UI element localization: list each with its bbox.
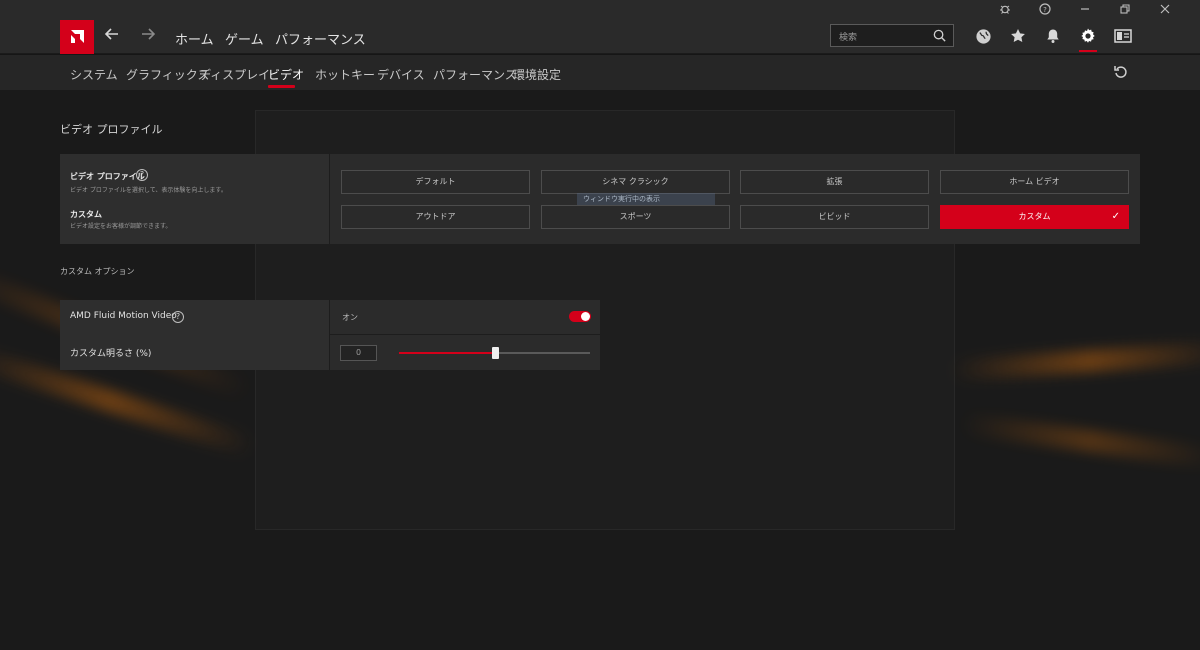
custom-profile-desc: ビデオ設定をお客様が調節できます。 [70, 223, 172, 230]
search-placeholder: 検索 [839, 33, 858, 43]
custom-profile-label: カスタム [70, 210, 102, 219]
forward-arrow-icon[interactable] [138, 26, 158, 46]
top-navigation: ホーム ゲーム パフォーマンス 検索 [0, 18, 1200, 54]
custom-options-panel: AMD Fluid Motion Video ? オン カスタム明るさ (%) [60, 300, 600, 370]
close-icon[interactable] [1158, 2, 1172, 16]
tab-hotkeys[interactable]: ホットキー [315, 66, 375, 83]
nav-performance-link[interactable]: パフォーマンス [275, 29, 366, 48]
svg-text:?: ? [1043, 6, 1047, 14]
tab-devices[interactable]: デバイス [377, 66, 425, 83]
fluid-motion-label: AMD Fluid Motion Video [70, 311, 177, 321]
custom-options-section-title: カスタム オプション [60, 267, 135, 276]
background-light-streak [949, 340, 1200, 382]
brightness-label: カスタム明るさ (%) [70, 349, 152, 359]
search-input[interactable]: 検索 [830, 24, 954, 47]
profile-custom-button[interactable]: カスタム ✓ [940, 205, 1129, 229]
fluid-motion-label-cell: AMD Fluid Motion Video ? [60, 300, 330, 335]
profile-vivid-button[interactable]: ビビッド [740, 205, 929, 229]
brightness-slider-thumb[interactable] [492, 347, 499, 359]
video-profile-description: ビデオ プロファイル ? ビデオ プロファイルを選択して、表示体験を向上します。… [60, 154, 330, 244]
restore-icon[interactable] [1118, 2, 1132, 16]
favorites-star-icon[interactable] [1008, 26, 1028, 46]
profile-cinema-classic-button[interactable]: シネマ クラシック [541, 170, 730, 194]
tab-performance[interactable]: パフォーマンス [433, 66, 517, 83]
brightness-label-cell: カスタム明るさ (%) [60, 335, 330, 370]
amd-logo[interactable] [60, 20, 94, 54]
help-icon[interactable]: ? [172, 311, 184, 323]
profile-sports-button[interactable]: スポーツ [541, 205, 730, 229]
profile-enhanced-button[interactable]: 拡張 [740, 170, 929, 194]
side-panel-icon[interactable] [1113, 26, 1133, 46]
settings-active-indicator [1079, 50, 1097, 52]
nav-home-link[interactable]: ホーム [175, 29, 214, 48]
window-titlebar: ? [0, 0, 1200, 18]
video-profile-section-title: ビデオ プロファイル [60, 123, 163, 136]
toggle-knob [581, 312, 590, 321]
help-icon[interactable]: ? [136, 169, 148, 181]
active-tab-indicator [268, 85, 295, 88]
fluid-motion-state: オン [342, 313, 358, 322]
notifications-bell-icon[interactable] [1043, 26, 1063, 46]
tab-system[interactable]: システム [70, 66, 118, 83]
back-arrow-icon[interactable] [102, 26, 122, 46]
background-light-streak [959, 412, 1200, 470]
minimize-icon[interactable] [1078, 2, 1092, 16]
globe-icon[interactable] [973, 26, 993, 46]
background-tooltip: ウィンドウ実行中の表示 [577, 193, 715, 205]
checkmark-icon: ✓ [1111, 211, 1120, 222]
tab-preferences[interactable]: 環境設定 [513, 66, 561, 83]
help-icon[interactable]: ? [1038, 2, 1052, 16]
settings-gear-icon[interactable] [1078, 26, 1098, 46]
fluid-motion-toggle[interactable] [569, 311, 591, 322]
tab-graphics[interactable]: グラフィックス [126, 66, 209, 83]
video-profile-desc: ビデオ プロファイルを選択して、表示体験を向上します。 [70, 187, 227, 194]
nav-game-link[interactable]: ゲーム [225, 29, 264, 48]
profile-default-button[interactable]: デフォルト [341, 170, 530, 194]
reset-icon[interactable] [1113, 64, 1131, 82]
fluid-motion-row: AMD Fluid Motion Video ? オン [60, 300, 600, 335]
profile-outdoor-button[interactable]: アウトドア [341, 205, 530, 229]
brightness-value-input[interactable]: 0 [340, 345, 377, 361]
profile-custom-label: カスタム [1018, 212, 1051, 221]
tab-video[interactable]: ビデオ [268, 66, 304, 83]
brightness-slider-fill [399, 352, 495, 354]
search-icon [933, 29, 946, 42]
profile-home-video-button[interactable]: ホーム ビデオ [940, 170, 1129, 194]
bug-report-icon[interactable] [998, 2, 1012, 16]
tab-display[interactable]: ディスプレイ [199, 66, 270, 83]
video-profile-label: ビデオ プロファイル [70, 172, 145, 181]
settings-tab-bar: システム グラフィックス ディスプレイ ビデオ ホットキー デバイス パフォーマ… [0, 55, 1200, 91]
